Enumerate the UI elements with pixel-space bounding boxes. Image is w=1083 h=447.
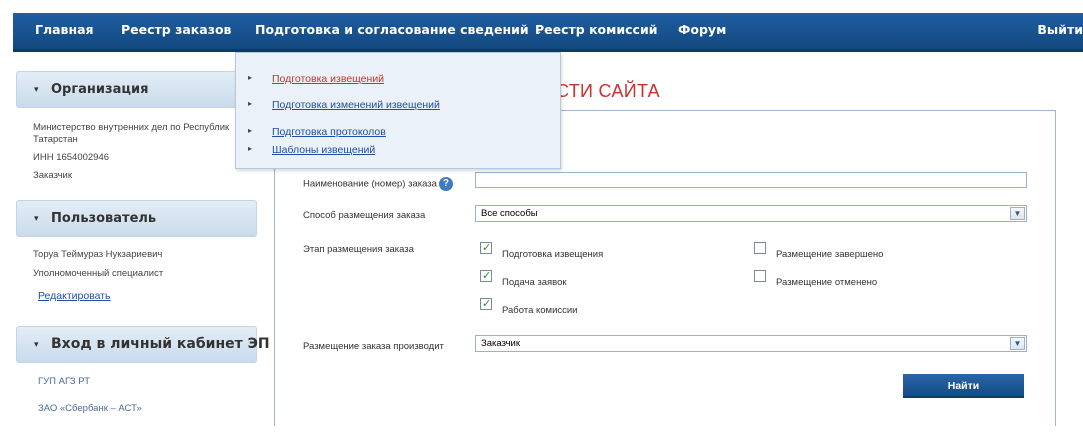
organization-inn: ИНН 1654002946 — [33, 152, 110, 163]
stage-checkbox-cancelled[interactable] — [754, 270, 766, 282]
dropdown-arrow-icon[interactable]: ▼ — [1010, 207, 1025, 220]
user-name: Торуа Теймураз Нукзариевич — [33, 249, 163, 260]
nav-commissions-registry[interactable]: Реестр комиссий — [535, 13, 657, 49]
nav-orders-registry[interactable]: Реестр заказов — [121, 13, 231, 49]
stage-label-completed: Размещение завершено — [776, 249, 884, 260]
nav-main[interactable]: Главная — [35, 13, 94, 49]
order-name-input[interactable] — [475, 172, 1027, 188]
dropdown-item-protocols-label[interactable]: Подготовка протоколов — [272, 126, 386, 138]
producer-select[interactable]: Заказчик ▼ — [475, 335, 1027, 352]
method-select[interactable]: Все способы ▼ — [475, 205, 1027, 222]
method-select-value: Все способы — [481, 208, 538, 219]
nav-forum[interactable]: Форум — [678, 13, 726, 49]
stage-checkbox-applications[interactable] — [480, 269, 492, 282]
organization-panel-title: Организация — [51, 82, 149, 97]
collapse-arrow-icon: ▾ — [34, 213, 39, 223]
stage-checkbox-commission[interactable] — [480, 297, 492, 310]
order-name-label-text: Наименование (номер) заказа — [303, 178, 437, 190]
collapse-arrow-icon: ▾ — [34, 84, 39, 94]
cabinet-link-guap[interactable]: ГУП АГЗ РТ — [38, 376, 90, 387]
organization-name-line1: Министерство внутренних дел по Республик — [33, 122, 230, 133]
user-panel-header[interactable]: ▾ Пользователь — [16, 200, 257, 237]
producer-label: Размещение заказа производит — [303, 341, 444, 352]
dropdown-arrow-icon[interactable]: ▼ — [1010, 337, 1025, 350]
user-position: Уполномоченный специалист — [33, 268, 164, 279]
stage-checkbox-preparation[interactable] — [480, 241, 492, 254]
stage-label-preparation: Подготовка извещения — [502, 249, 604, 260]
stage-label-cancelled: Размещение отменено — [776, 277, 878, 288]
organization-name-line2: Татарстан — [33, 134, 78, 145]
stage-label-commission: Работа комиссии — [502, 305, 578, 316]
collapse-arrow-icon: ▾ — [34, 339, 39, 349]
dropdown-item-notices-label[interactable]: Подготовка извещений — [272, 73, 384, 85]
producer-select-value: Заказчик — [481, 338, 521, 349]
cabinet-panel-title: Вход в личный кабинет ЭП — [51, 336, 270, 352]
organization-role: Заказчик — [33, 170, 73, 181]
organization-panel-header[interactable]: ▾ Организация — [16, 71, 257, 108]
dropdown-item-notice-changes-label[interactable]: Подготовка изменений извещений — [272, 99, 440, 111]
cabinet-panel-header[interactable]: ▾ Вход в личный кабинет ЭП — [16, 326, 270, 363]
preparation-dropdown-menu: ▸ Подготовка извещений ▸ Подготовка изме… — [235, 52, 561, 169]
find-button[interactable]: Найти — [903, 374, 1024, 398]
nav-preparation-label: Подготовка и согласование сведений — [255, 22, 529, 37]
bullet-icon: ▸ — [248, 126, 253, 135]
method-label: Способ размещения заказа — [303, 210, 426, 221]
order-name-label: Наименование (номер) заказа? — [303, 177, 453, 191]
top-navigation: Главная Реестр заказов Подготовка и согл… — [13, 13, 1083, 52]
stage-checkbox-completed[interactable] — [754, 242, 766, 254]
cabinet-link-sberbank[interactable]: ЗАО «Сбербанк – АСТ» — [38, 403, 142, 414]
edit-profile-link[interactable]: Редактировать — [38, 290, 111, 302]
help-icon[interactable]: ? — [438, 177, 453, 191]
bullet-icon: ▸ — [248, 73, 253, 82]
bullet-icon: ▸ — [248, 144, 253, 153]
user-panel-title: Пользователь — [51, 211, 157, 226]
logout-link[interactable]: Выйти — [1037, 13, 1083, 49]
bullet-icon: ▸ — [248, 99, 253, 108]
stage-label-applications: Подача заявок — [502, 277, 567, 288]
dropdown-item-templates-label[interactable]: Шаблоны извещений — [272, 144, 375, 156]
nav-preparation[interactable]: Подготовка и согласование сведений ⌄ — [255, 13, 542, 49]
page-title: СТИ САЙТА — [556, 81, 660, 101]
stage-label: Этап размещения заказа — [303, 244, 414, 255]
